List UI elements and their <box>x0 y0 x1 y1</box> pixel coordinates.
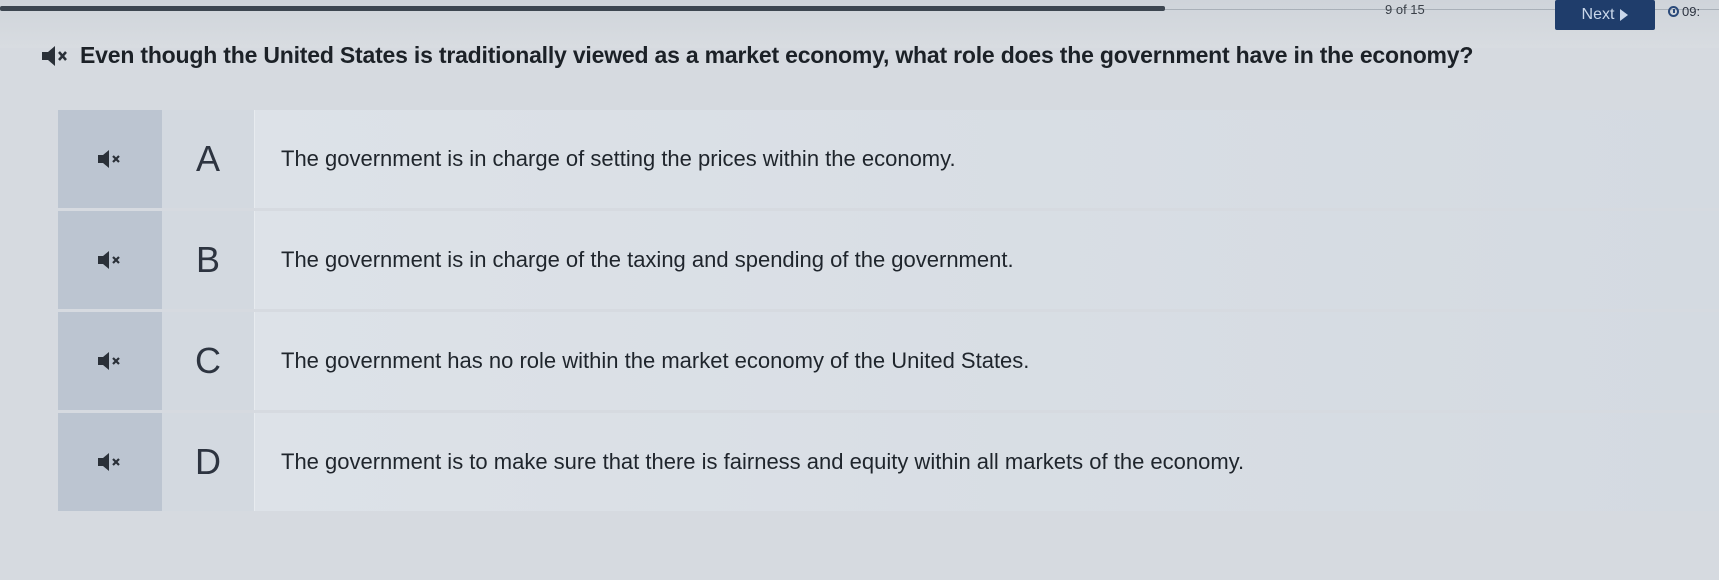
speaker-muted-icon <box>96 149 124 169</box>
choice-c-audio[interactable] <box>58 312 162 410</box>
progress-bar <box>0 6 1165 11</box>
answer-choices: A The government is in charge of setting… <box>58 110 1719 514</box>
choice-d-letter: D <box>162 413 255 511</box>
choice-c-text: The government has no role within the ma… <box>255 312 1719 410</box>
next-button[interactable]: Next <box>1555 0 1655 30</box>
next-label: Next <box>1581 6 1615 23</box>
choice-d-audio[interactable] <box>58 413 162 511</box>
choice-a-text: The government is in charge of setting t… <box>255 110 1719 208</box>
choice-a-letter: A <box>162 110 255 208</box>
question-text: Even though the United States is traditi… <box>80 42 1474 68</box>
speaker-muted-icon <box>96 351 124 371</box>
choice-b-letter: B <box>162 211 255 309</box>
clock-icon <box>1668 6 1679 17</box>
choice-b-audio[interactable] <box>58 211 162 309</box>
choice-d-text: The government is to make sure that ther… <box>255 413 1719 511</box>
speaker-muted-icon <box>96 250 124 270</box>
choice-d[interactable]: D The government is to make sure that th… <box>58 413 1719 511</box>
speaker-muted-icon <box>96 452 124 472</box>
question-row: Even though the United States is traditi… <box>40 42 1473 69</box>
choice-a[interactable]: A The government is in charge of setting… <box>58 110 1719 208</box>
choice-b-text: The government is in charge of the taxin… <box>255 211 1719 309</box>
choice-b[interactable]: B The government is in charge of the tax… <box>58 211 1719 309</box>
play-arrow-icon <box>1620 9 1629 21</box>
choice-a-audio[interactable] <box>58 110 162 208</box>
speaker-muted-icon[interactable] <box>40 45 70 67</box>
choice-c[interactable]: C The government has no role within the … <box>58 312 1719 410</box>
timer-value: 09: <box>1682 4 1701 19</box>
timer: 09: <box>1668 4 1700 19</box>
question-counter: 9 of 15 <box>1385 2 1425 17</box>
choice-c-letter: C <box>162 312 255 410</box>
